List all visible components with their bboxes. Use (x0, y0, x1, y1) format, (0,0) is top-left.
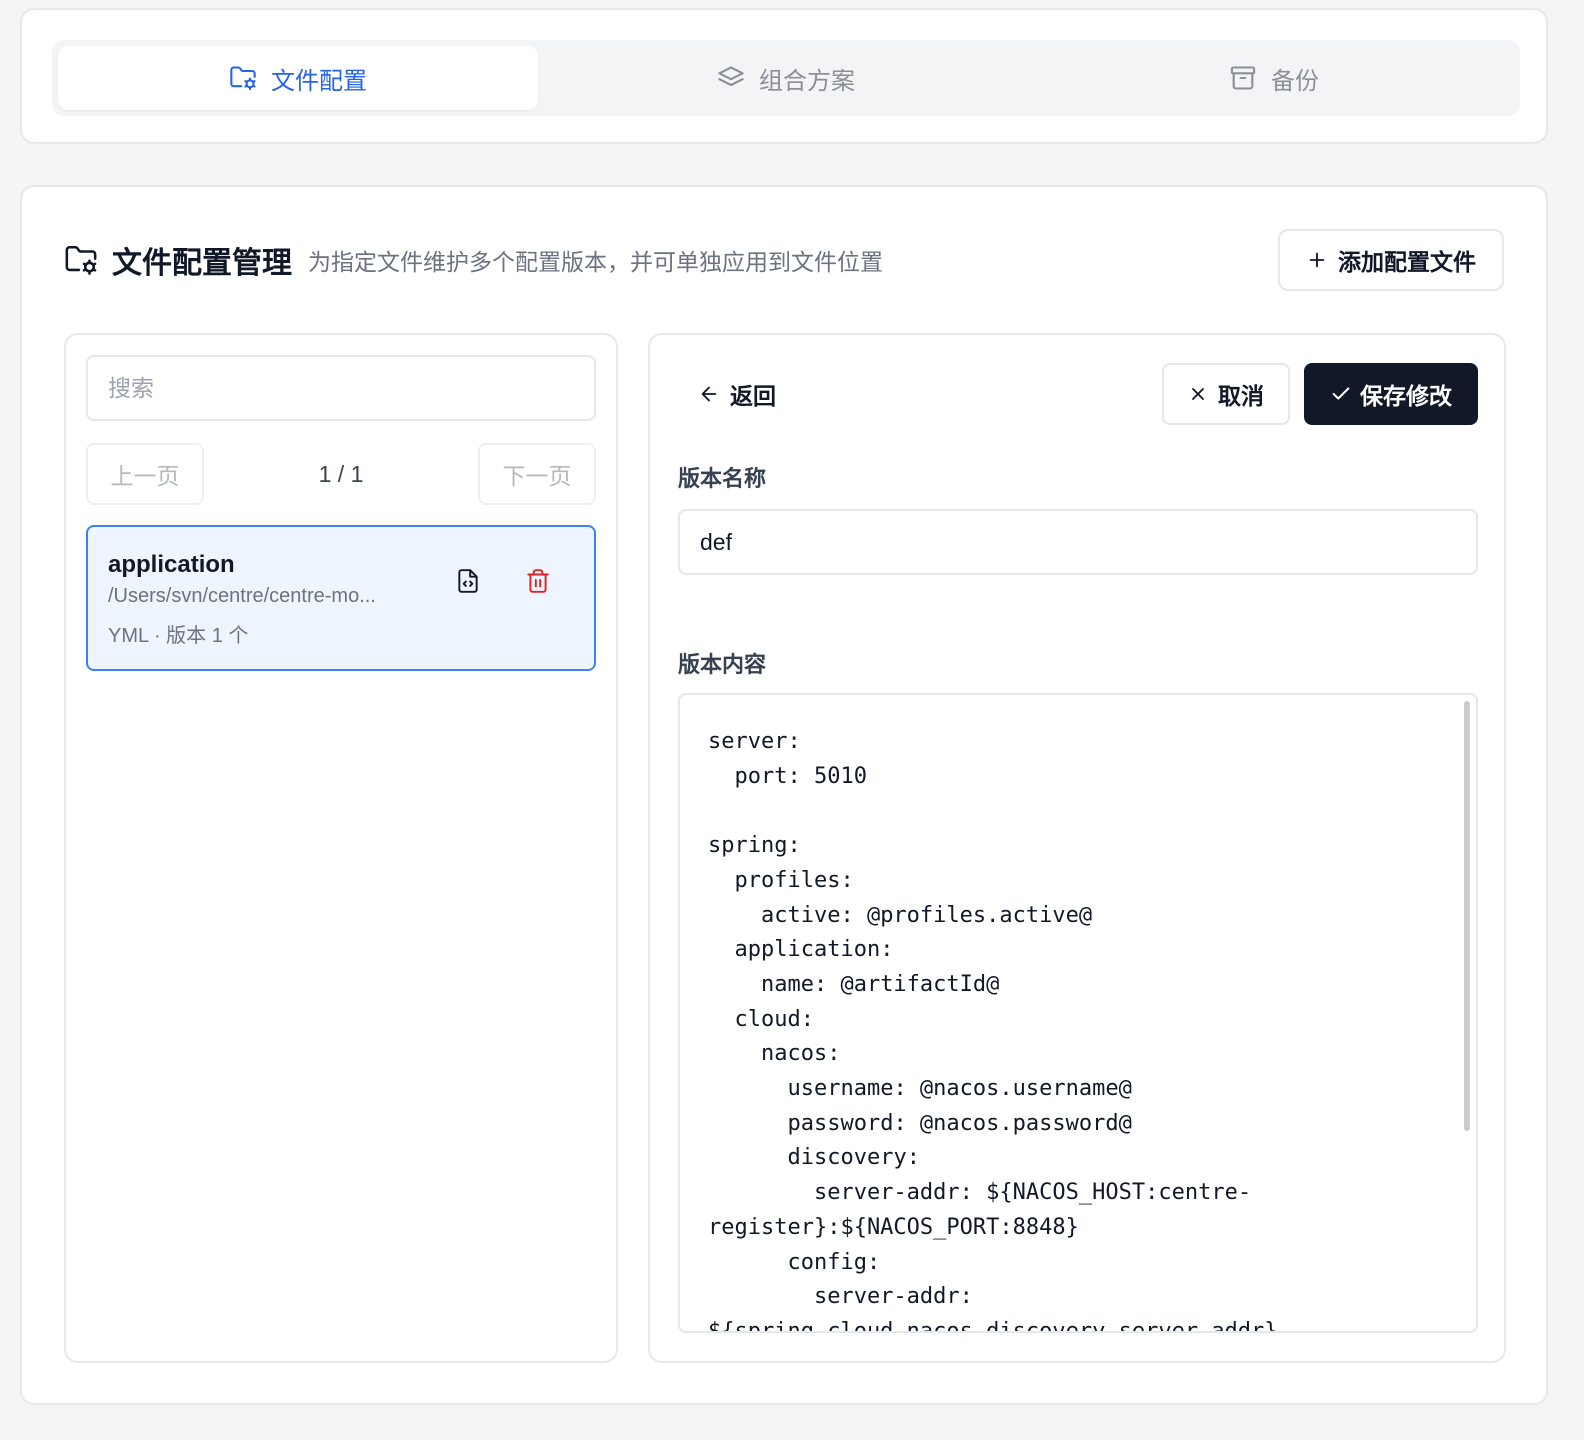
tab-label: 组合方案 (759, 67, 855, 95)
close-icon (1192, 388, 1204, 400)
search-input[interactable] (86, 355, 596, 421)
version-name-label: 版本名称 (678, 466, 767, 491)
version-name-input[interactable] (678, 509, 1478, 575)
list-item[interactable]: application /Users/svn/centre/centre-mo.… (86, 525, 596, 671)
back-button[interactable]: 返回 (698, 363, 776, 425)
version-editor-panel: 返回 取消 保存修改 版本名称 版本内容 server: port: 5010 … (648, 333, 1506, 1363)
page-title: 文件配置管理 (112, 247, 292, 280)
file-list-panel: 上一页 1 / 1 下一页 application /Users/svn/cen… (64, 333, 618, 1363)
layers-icon (717, 64, 745, 92)
tab-file-config[interactable]: 文件配置 (58, 46, 538, 110)
section-header: 文件配置管理 为指定文件维护多个配置版本，并可单独应用到文件位置 添加配置文件 (64, 229, 1504, 291)
save-label: 保存修改 (1360, 383, 1452, 409)
version-content-editor[interactable]: server: port: 5010 spring: profiles: act… (678, 693, 1478, 1333)
file-code-icon[interactable] (452, 565, 484, 597)
add-config-file-button[interactable]: 添加配置文件 (1278, 229, 1504, 291)
folder-gear-icon (64, 243, 98, 277)
tab-label: 备份 (1271, 67, 1319, 95)
file-path: /Users/svn/centre/centre-mo... (108, 585, 376, 607)
save-button[interactable]: 保存修改 (1304, 363, 1478, 425)
version-content-label: 版本内容 (678, 652, 767, 677)
tab-label: 文件配置 (271, 67, 367, 95)
trash-icon[interactable] (522, 565, 554, 597)
tab-combination[interactable]: 组合方案 (546, 46, 1026, 110)
archive-icon (1229, 64, 1257, 92)
tab-backup[interactable]: 备份 (1034, 46, 1514, 110)
prev-page-button[interactable]: 上一页 (86, 443, 204, 505)
plus-icon (1309, 252, 1325, 268)
page-description: 为指定文件维护多个配置版本，并可单独应用到文件位置 (308, 249, 883, 275)
scrollbar[interactable] (1464, 701, 1470, 1131)
cancel-button[interactable]: 取消 (1162, 363, 1290, 425)
file-config-card: 文件配置管理 为指定文件维护多个配置版本，并可单独应用到文件位置 添加配置文件 … (20, 185, 1548, 1405)
file-meta: YML · 版本 1 个 (108, 625, 249, 647)
page-indicator: 1 / 1 (318, 460, 364, 487)
file-name: application (108, 551, 235, 578)
cancel-label: 取消 (1218, 383, 1264, 409)
tab-bar: 文件配置 组合方案 备份 (52, 40, 1520, 116)
arrow-left-icon (701, 386, 717, 402)
tabs-card: 文件配置 组合方案 备份 (20, 8, 1548, 144)
back-label: 返回 (730, 383, 776, 409)
add-config-file-label: 添加配置文件 (1338, 249, 1476, 275)
check-icon (1332, 387, 1350, 400)
code-content[interactable]: server: port: 5010 spring: profiles: act… (708, 725, 1448, 1331)
folder-gear-icon (229, 64, 257, 92)
next-page-button[interactable]: 下一页 (478, 443, 596, 505)
